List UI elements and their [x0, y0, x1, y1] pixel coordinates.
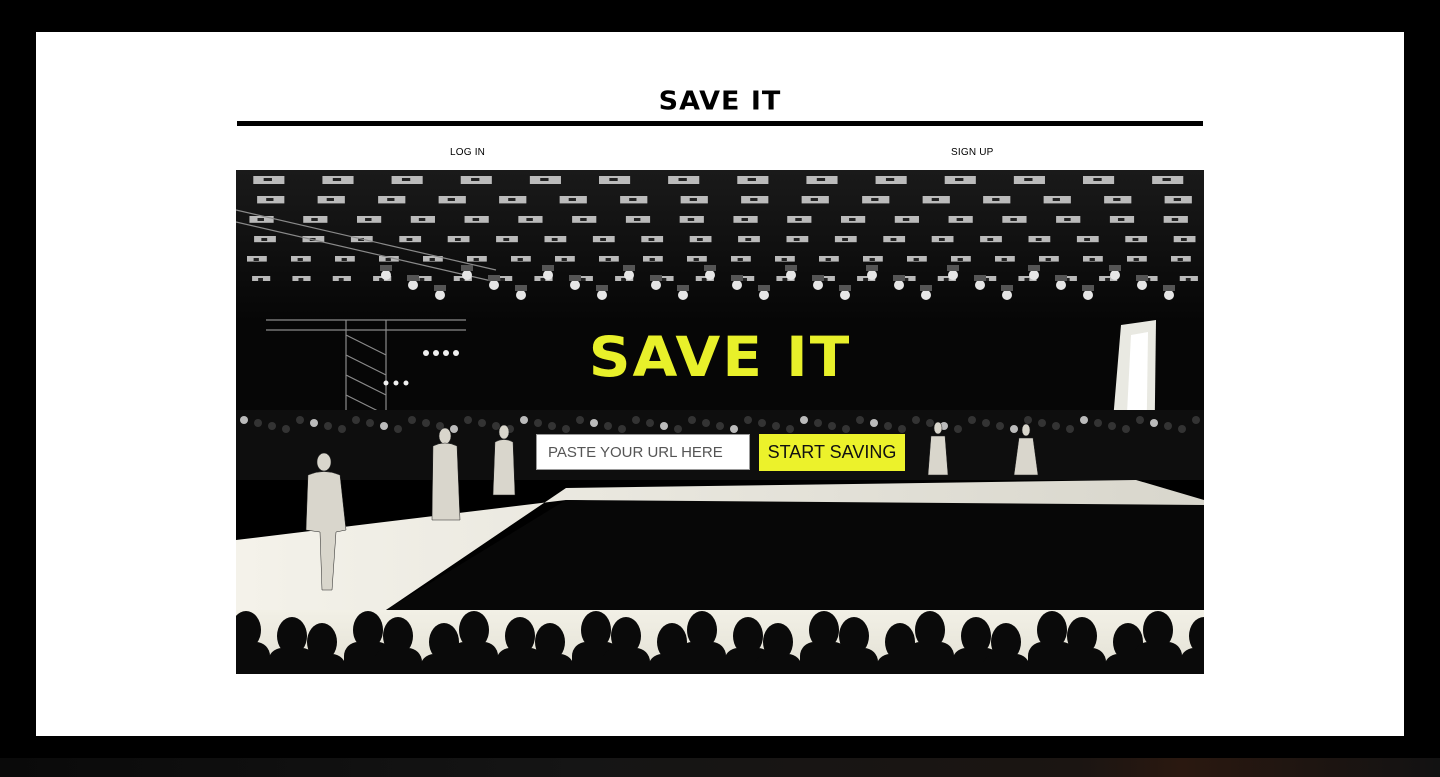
hero-banner: SAVE IT START SAVING [236, 170, 1204, 674]
url-input[interactable] [536, 434, 750, 470]
hero-title: SAVE IT [588, 324, 852, 390]
signup-link[interactable]: SIGN UP [951, 147, 994, 158]
login-link[interactable]: LOG IN [450, 147, 485, 158]
header-divider [237, 121, 1203, 126]
background-strip [0, 758, 1440, 777]
page-frame: SAVE IT LOG IN SIGN UP SAVE IT PASTE YOU… [36, 32, 1404, 736]
site-title: SAVE IT [658, 86, 782, 117]
runway-background-image [236, 170, 1204, 674]
start-saving-button[interactable]: START SAVING [759, 434, 905, 471]
